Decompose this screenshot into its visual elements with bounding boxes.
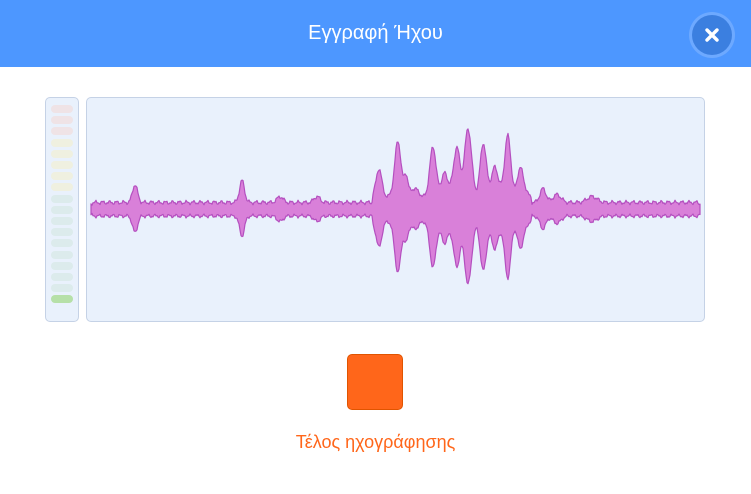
level-meter-segment	[51, 284, 73, 293]
level-meter-segment	[51, 183, 73, 192]
level-meter-segment	[51, 105, 73, 113]
level-meter-segment	[51, 172, 73, 181]
level-meter-segment	[51, 217, 73, 225]
waveform-panel	[86, 97, 705, 322]
close-x-icon	[705, 28, 719, 42]
level-meter-segment	[51, 194, 73, 203]
level-meter-segment	[51, 295, 73, 304]
stop-recording-button[interactable]	[347, 354, 403, 410]
waveform-shape	[90, 128, 701, 285]
level-meter-segment	[51, 138, 73, 147]
level-meter-segment	[51, 228, 73, 237]
dialog-title: Εγγραφή Ήχου	[308, 22, 443, 44]
level-meter-segment	[51, 116, 73, 125]
dialog-header: Εγγραφή Ήχου	[0, 0, 751, 67]
level-meter-segment	[51, 205, 73, 214]
level-meter-segment	[51, 161, 73, 169]
level-meter	[45, 97, 79, 322]
close-button[interactable]	[692, 15, 732, 55]
stop-recording-label[interactable]: Τέλος ηχογράφησης	[0, 432, 751, 453]
level-meter-segment	[51, 239, 73, 248]
level-meter-segment	[51, 149, 73, 158]
level-meter-segment	[51, 250, 73, 259]
waveform	[90, 128, 701, 285]
level-meter-segment	[51, 127, 73, 136]
level-meter-segment	[51, 261, 73, 270]
record-sound-dialog: Εγγραφή Ήχου Τέλος ηχογράφησης	[0, 0, 751, 494]
level-meter-segment	[51, 273, 73, 281]
